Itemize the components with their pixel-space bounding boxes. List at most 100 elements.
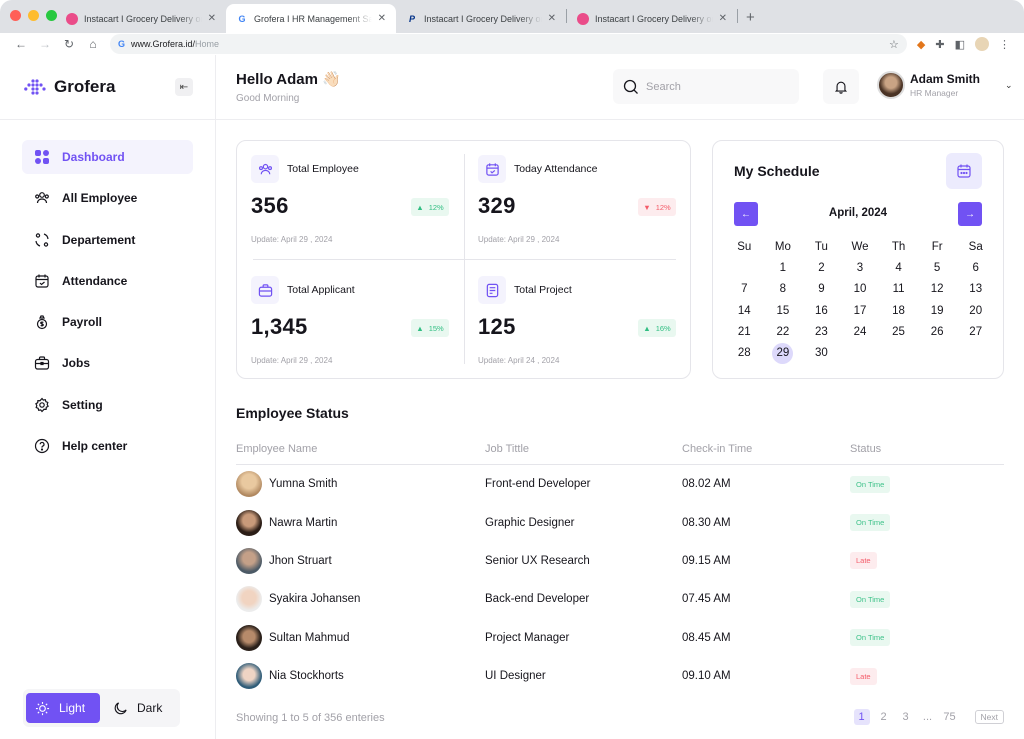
minimize-window-button[interactable]	[28, 10, 39, 21]
calendar-day[interactable]: 8	[764, 279, 803, 300]
calendar-day[interactable]: 25	[879, 321, 918, 342]
calendar-day[interactable]: 16	[802, 300, 841, 321]
sidebar-item-label: All Employee	[62, 191, 138, 206]
status-cell: On Time	[850, 514, 1004, 532]
schedule-title: My Schedule	[734, 163, 820, 179]
close-tab-icon[interactable]: ✕	[378, 13, 386, 24]
calendar-day[interactable]: 12	[918, 279, 957, 300]
calendar-day[interactable]: 24	[841, 321, 880, 342]
next-page-button[interactable]: Next	[974, 710, 1004, 724]
calendar-day[interactable]: 3	[841, 257, 880, 278]
page-button[interactable]: 2	[873, 711, 895, 723]
forward-icon[interactable]: →	[38, 37, 52, 51]
user-menu[interactable]: Adam Smith HR Manager ⌄	[877, 71, 1013, 99]
calendar-day[interactable]: 5	[918, 257, 957, 278]
calendar-day[interactable]: 22	[764, 321, 803, 342]
home-icon[interactable]: ⌂	[86, 37, 100, 51]
page-button[interactable]: 75	[939, 711, 961, 723]
calendar-day[interactable]: 7	[725, 279, 764, 300]
metamask-extension-icon[interactable]: ◆	[917, 38, 925, 51]
calendar-day-today[interactable]: 29	[764, 342, 803, 364]
stat-updated: Update: April 29 , 2024	[478, 235, 560, 244]
table-row[interactable]: Yumna Smith Front-end Developer 08.02 AM On…	[236, 465, 1004, 503]
calendar-day[interactable]: 23	[802, 321, 841, 342]
extensions-puzzle-icon[interactable]: ✚	[935, 38, 944, 51]
calendar-day[interactable]: 13	[956, 279, 995, 300]
calendar-day[interactable]: 20	[956, 300, 995, 321]
browser-menu-icon[interactable]: ⋮	[999, 38, 1010, 51]
trend-up-icon: ▲	[416, 323, 424, 333]
column-header[interactable]: Employee Name	[236, 443, 485, 464]
day-number: 12	[930, 283, 944, 296]
table-row[interactable]: Jhon Struart Senior UX Research 09.15 AM La…	[236, 542, 1004, 580]
calendar-day[interactable]: 27	[956, 321, 995, 342]
page-button[interactable]: 3	[895, 711, 917, 723]
notifications-button[interactable]	[823, 69, 859, 104]
calendar-day[interactable]: 6	[956, 257, 995, 278]
sidebar-item-setting[interactable]: Setting	[22, 388, 193, 422]
sidebar-item-dashboard[interactable]: Dashboard	[22, 140, 193, 174]
calendar-day[interactable]: 19	[918, 300, 957, 321]
calendar-day[interactable]: 2	[802, 257, 841, 278]
table-row[interactable]: Sultan Mahmud Project Manager 08.45 AM On T…	[236, 619, 1004, 657]
profile-avatar-icon[interactable]	[975, 37, 989, 51]
calendar-day[interactable]: 11	[879, 279, 918, 300]
column-header[interactable]: Status	[850, 443, 1004, 464]
search-input[interactable]: Search	[613, 69, 799, 104]
bookmark-star-icon[interactable]: ☆	[889, 38, 899, 51]
calendar-check-icon	[35, 274, 49, 288]
side-panel-icon[interactable]: ◧	[955, 38, 965, 51]
next-month-button[interactable]: →	[958, 202, 982, 226]
day-number: 6	[972, 261, 979, 274]
table-row[interactable]: Nia Stockhorts UI Designer 09.10 AM Late	[236, 657, 1004, 695]
collapse-sidebar-button[interactable]: ⇤	[175, 78, 193, 96]
calendar-day[interactable]: 1	[764, 257, 803, 278]
calendar-day[interactable]: 18	[879, 300, 918, 321]
browser-tab[interactable]: Instacart I Grocery Delivery or... ✕	[567, 4, 737, 33]
page-button[interactable]: 1	[853, 709, 870, 725]
close-tab-icon[interactable]: ✕	[208, 13, 216, 24]
trend-value: 12%	[428, 202, 444, 212]
calendar-day[interactable]: 30	[802, 342, 841, 363]
sidebar-item-attendance[interactable]: Attendance	[22, 264, 193, 298]
calendar-day[interactable]: 15	[764, 300, 803, 321]
browser-tab-active[interactable]: G Grofera I HR Management Saas... ✕	[226, 4, 396, 33]
close-tab-icon[interactable]: ✕	[719, 13, 727, 24]
weekday-label: Sa	[968, 240, 983, 253]
weekday-label: We	[851, 240, 869, 253]
reload-icon[interactable]: ↻	[62, 37, 76, 51]
sidebar-item-help-center[interactable]: Help center	[22, 429, 193, 463]
chevron-down-icon[interactable]: ⌄	[1005, 80, 1013, 91]
calendar-day[interactable]: 10	[841, 279, 880, 300]
column-header[interactable]: Check-in Time	[682, 443, 850, 464]
back-icon[interactable]: ←	[14, 37, 28, 51]
browser-toolbar: ← → ↻ ⌂ G www.Grofera.id/Home ☆ ◆ ✚ ◧ ⋮	[0, 33, 1024, 55]
calendar-day[interactable]: 21	[725, 321, 764, 342]
sidebar-item-payroll[interactable]: Payroll	[22, 305, 193, 339]
new-tab-button[interactable]: +	[738, 9, 763, 26]
table-row[interactable]: Nawra Martin Graphic Designer 08.30 AM On T…	[236, 503, 1004, 541]
dark-mode-button[interactable]: Dark	[104, 693, 171, 723]
browser-tab[interactable]: Instacart I Grocery Delivery or... ✕	[56, 4, 226, 33]
calendar-day[interactable]: 28	[725, 342, 764, 363]
light-mode-button[interactable]: Light	[26, 693, 100, 723]
calendar-day[interactable]: 14	[725, 300, 764, 321]
address-bar[interactable]: G www.Grofera.id/Home ☆	[110, 34, 907, 54]
calendar-day[interactable]: 26	[918, 321, 957, 342]
column-header[interactable]: Job Tittle	[485, 443, 682, 464]
sidebar-item-jobs[interactable]: Jobs	[22, 346, 193, 380]
sidebar-item-departement[interactable]: Departement	[22, 223, 193, 257]
user-avatar	[877, 71, 905, 99]
dashboard-icon	[35, 150, 49, 164]
close-tab-icon[interactable]: ✕	[548, 13, 556, 24]
close-window-button[interactable]	[10, 10, 21, 21]
table-row[interactable]: Syakira Johansen Back-end Developer 07.45 …	[236, 580, 1004, 618]
calendar-day[interactable]: 9	[802, 279, 841, 300]
sidebar-item-all-employee[interactable]: All Employee	[22, 181, 193, 215]
calendar-day[interactable]: 4	[879, 257, 918, 278]
browser-tab[interactable]: P Instacart I Grocery Delivery or... ✕	[396, 4, 566, 33]
avatar	[236, 471, 262, 498]
calendar-day[interactable]: 17	[841, 300, 880, 321]
day-number: 1	[779, 261, 787, 274]
open-calendar-button[interactable]	[946, 153, 982, 189]
